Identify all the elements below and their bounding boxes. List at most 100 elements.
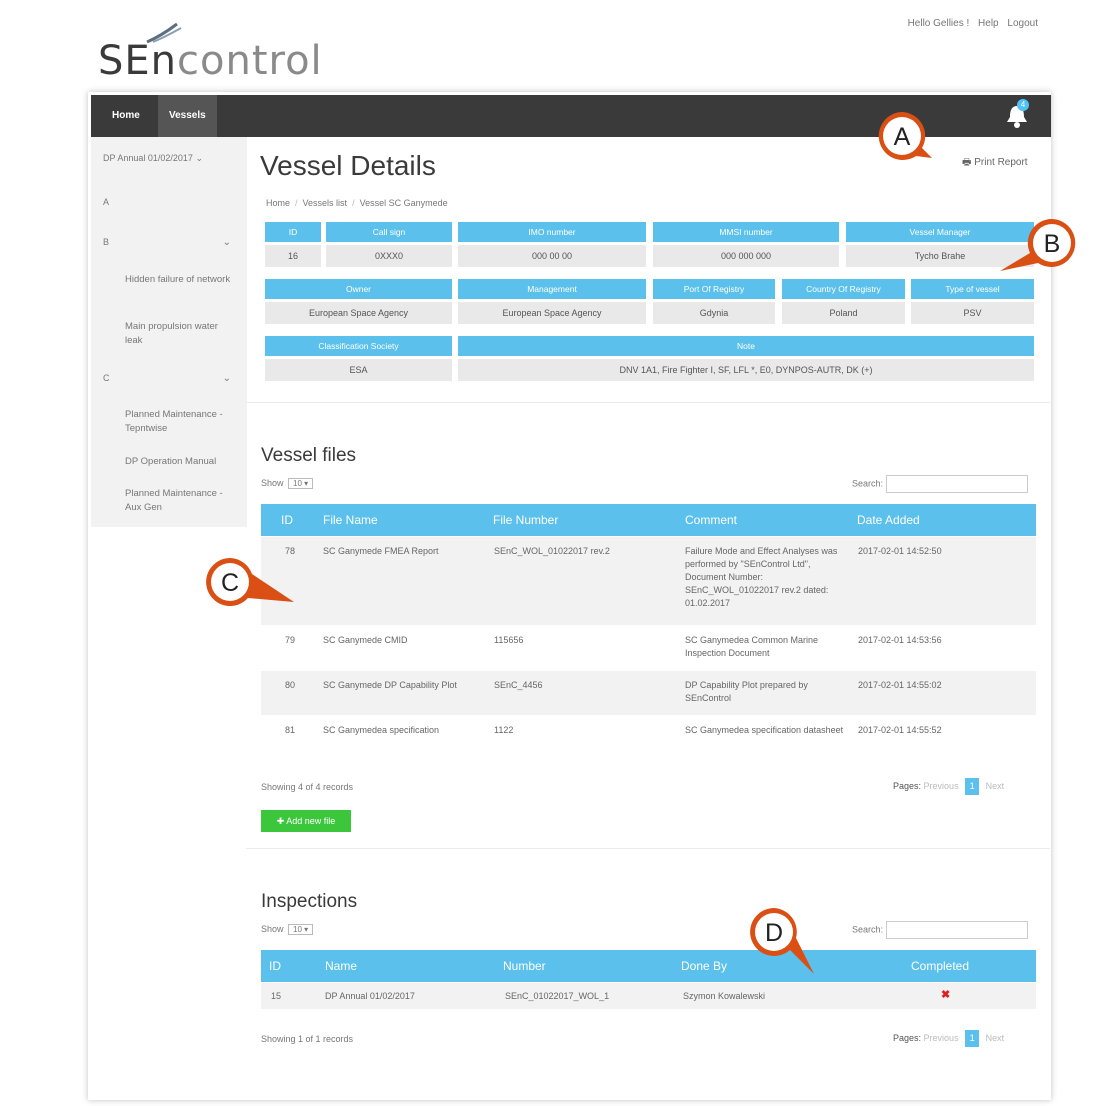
column-header[interactable]: Name <box>325 950 357 982</box>
sidebar-group-b[interactable]: B ⌄ <box>103 237 239 248</box>
sidebar-item-propulsion-leak[interactable]: Main propulsion water leak <box>125 320 237 348</box>
callout-a-marker: A <box>878 112 932 160</box>
table-row[interactable]: 79 SC Ganymede CMID 115656 SC Ganymedea … <box>261 626 1036 670</box>
page-size-value: 10 <box>293 479 302 488</box>
cell-name[interactable]: DP Annual 01/02/2017 <box>325 990 415 1003</box>
table-row[interactable]: 78 SC Ganymede FMEA Report SEnC_WOL_0102… <box>261 537 1036 625</box>
files-page-size[interactable]: Show 10 ▾ <box>261 478 314 489</box>
cell-id: 80 <box>285 680 296 690</box>
files-pagination: Pages: Previous 1 Next <box>893 778 1004 795</box>
cell-comment: SC Ganymedea Common Marine Inspection Do… <box>685 635 819 658</box>
column-header[interactable]: ID <box>269 950 281 982</box>
page-size-value: 10 <box>293 925 302 934</box>
cell-file-name[interactable]: SC Ganymede CMID <box>323 634 483 647</box>
detail-value: 0XXX0 <box>326 245 452 267</box>
nav-home[interactable]: Home <box>101 95 151 137</box>
next-page-button[interactable]: Next <box>986 1033 1005 1043</box>
search-label: Search: <box>852 924 884 935</box>
detail-header: Note <box>458 336 1034 356</box>
detail-header: IMO number <box>458 222 646 242</box>
sidebar-group-label: A <box>103 197 110 207</box>
cell-date: 2017-02-01 14:52:50 <box>858 546 942 556</box>
cell-comment: SC Ganymedea specification datasheet <box>685 725 844 735</box>
inspections-page-size[interactable]: Show 10 ▾ <box>261 924 314 935</box>
column-header[interactable]: File Name <box>323 504 378 536</box>
detail-value: Gdynia <box>653 302 775 324</box>
next-page-button[interactable]: Next <box>986 781 1005 791</box>
column-header[interactable]: File Number <box>493 504 558 536</box>
nav-vessels[interactable]: Vessels <box>158 95 217 137</box>
inspections-search: Search: <box>852 921 1029 939</box>
column-header[interactable]: ID <box>281 504 293 536</box>
notification-badge: 4 <box>1017 99 1029 111</box>
detail-value: European Space Agency <box>458 302 646 324</box>
chevron-down-icon: ⌄ <box>222 237 231 248</box>
sidebar-item-aux-gen[interactable]: Planned Maintenance - Aux Gen <box>125 487 237 515</box>
cell-date: 2017-02-01 14:55:02 <box>858 680 942 690</box>
column-header[interactable]: Done By <box>681 950 727 982</box>
sidebar-item-hidden-failure[interactable]: Hidden failure of network <box>125 273 237 287</box>
sidebar-item-planned-maintenance[interactable]: Planned Maintenance - Tepntwise <box>125 408 237 436</box>
detail-value: DNV 1A1, Fire Fighter I, SF, LFL *, E0, … <box>458 359 1034 381</box>
divider <box>246 848 1050 849</box>
cell-file-name[interactable]: SC Ganymede FMEA Report <box>323 545 483 558</box>
previous-page-button[interactable]: Previous <box>924 781 959 791</box>
show-label: Show <box>261 478 284 488</box>
breadcrumb: Home / Vessels list / Vessel SC Ganymede <box>266 198 448 208</box>
sidebar-item-dp-manual[interactable]: DP Operation Manual <box>125 455 237 469</box>
help-link[interactable]: Help <box>978 18 999 29</box>
current-page-button[interactable]: 1 <box>965 778 980 795</box>
current-page-button[interactable]: 1 <box>965 1030 980 1047</box>
add-new-file-label: Add new file <box>286 816 336 826</box>
page-title: Vessel Details <box>260 150 436 181</box>
sidebar: DP Annual 01/02/2017 ⌄ A B ⌄ Hidden failu… <box>91 137 247 527</box>
callout-d-marker: D <box>750 908 814 974</box>
detail-value: 16 <box>265 245 321 267</box>
sidebar-group-c[interactable]: C ⌄ <box>103 373 239 384</box>
detail-value: 000 00 00 <box>458 245 646 267</box>
cell-file-number: SEnC_4456 <box>494 680 543 690</box>
logout-link[interactable]: Logout <box>1007 18 1038 29</box>
detail-header: Country Of Registry <box>782 279 905 299</box>
detail-header: Port Of Registry <box>653 279 775 299</box>
cell-file-name[interactable]: SC Ganymede DP Capability Plot <box>323 679 473 692</box>
cell-id: 79 <box>285 635 296 645</box>
detail-value: Poland <box>782 302 905 324</box>
cell-file-name[interactable]: SC Ganymedea specification <box>323 724 483 737</box>
detail-header: Type of vessel <box>911 279 1034 299</box>
callout-label: C <box>221 569 239 597</box>
files-search-input[interactable] <box>886 475 1029 493</box>
column-header[interactable]: Completed <box>911 950 969 982</box>
detail-value: European Space Agency <box>265 302 452 324</box>
divider <box>246 402 1050 403</box>
inspections-search-input[interactable] <box>886 921 1029 939</box>
table-row[interactable]: 15 DP Annual 01/02/2017 SEnC_01022017_WO… <box>261 983 1036 1009</box>
search-label: Search: <box>852 478 884 489</box>
previous-page-button[interactable]: Previous <box>924 1033 959 1043</box>
table-row[interactable]: 81 SC Ganymedea specification 1122 SC Ga… <box>261 716 1036 758</box>
breadcrumb-vessels-list[interactable]: Vessels list <box>303 198 348 208</box>
column-header[interactable]: Comment <box>685 504 737 536</box>
table-row[interactable]: 80 SC Ganymede DP Capability Plot SEnC_4… <box>261 671 1036 715</box>
column-header[interactable]: Number <box>503 950 546 982</box>
detail-header: Classification Society <box>265 336 452 356</box>
page-size-select[interactable]: 10 ▾ <box>288 924 314 935</box>
print-report-button[interactable]: 🖶 Print Report <box>962 155 1028 172</box>
breadcrumb-home[interactable]: Home <box>266 198 290 208</box>
sidebar-group-a[interactable]: A <box>103 197 239 207</box>
column-header[interactable]: Date Added <box>857 504 920 536</box>
cell-done-by: Szymon Kowalewski <box>683 991 766 1001</box>
add-new-file-button[interactable]: ✚ Add new file <box>261 810 351 832</box>
callout-label: A <box>894 123 911 151</box>
callout-label: B <box>1044 230 1061 258</box>
page-size-select[interactable]: 10 ▾ <box>288 478 314 489</box>
cell-id: 15 <box>271 991 282 1001</box>
logo-text-control: control <box>177 38 323 84</box>
vessel-files-title: Vessel files <box>261 445 357 466</box>
detail-header: Call sign <box>326 222 452 242</box>
cell-comment: Failure Mode and Effect Analyses was per… <box>685 546 838 608</box>
inspection-select[interactable]: DP Annual 01/02/2017 ⌄ <box>103 153 203 164</box>
detail-header: ID <box>265 222 321 242</box>
files-records-info: Showing 4 of 4 records <box>261 782 354 792</box>
greeting-link[interactable]: Hello Gellies ! <box>908 18 970 29</box>
